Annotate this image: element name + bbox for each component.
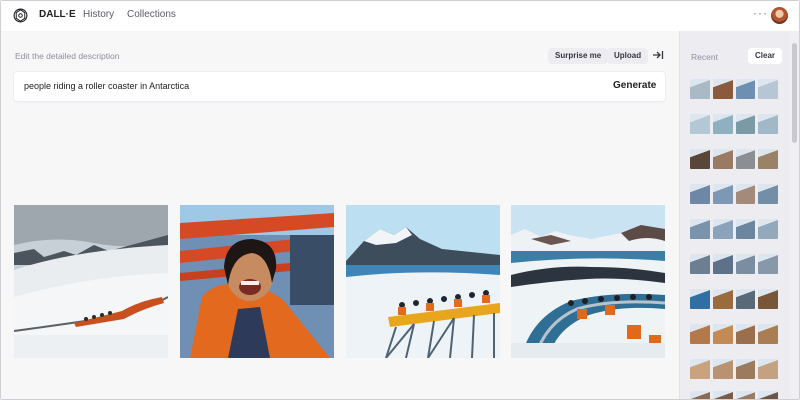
- recent-thumbnail-row: [690, 184, 778, 204]
- avatar[interactable]: [771, 7, 788, 24]
- openai-logo-icon[interactable]: [12, 7, 29, 24]
- recent-thumbnail[interactable]: [735, 114, 756, 134]
- recent-thumbnail[interactable]: [690, 219, 710, 239]
- main-panel: Edit the detailed description Surprise m…: [1, 31, 679, 399]
- recent-thumbnail[interactable]: [735, 289, 756, 309]
- result-image-4[interactable]: [511, 205, 665, 358]
- recent-thumbnail[interactable]: [758, 254, 778, 274]
- recent-thumbnail[interactable]: [735, 79, 756, 99]
- recent-thumbnail-row: [690, 79, 778, 99]
- result-image-2[interactable]: [180, 205, 334, 358]
- upload-button[interactable]: Upload: [607, 48, 649, 64]
- scrollbar[interactable]: [790, 31, 799, 399]
- nav-history[interactable]: History: [83, 9, 114, 20]
- recent-thumbnail-row: [690, 114, 778, 134]
- recent-thumbnail[interactable]: [758, 391, 778, 399]
- scrollbar-thumb[interactable]: [792, 43, 797, 143]
- recent-thumbnail[interactable]: [690, 114, 710, 134]
- recent-thumbnail[interactable]: [712, 391, 733, 399]
- recent-thumbnail[interactable]: [758, 289, 778, 309]
- recent-thumbnail-row: [690, 219, 778, 239]
- recent-thumbnail[interactable]: [712, 324, 733, 344]
- recent-thumbnail[interactable]: [712, 114, 733, 134]
- recent-thumbnail[interactable]: [712, 254, 733, 274]
- recent-thumbnail[interactable]: [735, 254, 756, 274]
- more-icon[interactable]: ···: [753, 6, 768, 20]
- recent-thumbnail[interactable]: [690, 254, 710, 274]
- recent-thumbnail[interactable]: [712, 184, 733, 204]
- nav-collections[interactable]: Collections: [127, 9, 176, 20]
- recent-thumbnail[interactable]: [735, 359, 756, 379]
- recent-sidebar: Recent Clear: [679, 31, 790, 399]
- clear-button[interactable]: Clear: [748, 48, 783, 64]
- recent-thumbnail[interactable]: [690, 324, 710, 344]
- collapse-panel-icon[interactable]: [652, 49, 664, 61]
- recent-thumbnail[interactable]: [758, 114, 778, 134]
- recent-thumbnail[interactable]: [735, 184, 756, 204]
- recent-thumbnail[interactable]: [758, 79, 778, 99]
- recent-thumbnail[interactable]: [758, 184, 778, 204]
- generate-button[interactable]: Generate: [613, 80, 656, 91]
- recent-thumbnail[interactable]: [758, 149, 778, 169]
- recent-thumbnail[interactable]: [690, 184, 710, 204]
- recent-thumbnail[interactable]: [758, 219, 778, 239]
- top-bar: DALL·E History Collections ···: [1, 1, 799, 31]
- app-window: DALL·E History Collections ··· Edit the …: [0, 0, 800, 400]
- recent-thumbnail-row: [690, 324, 778, 344]
- recent-thumbnail[interactable]: [712, 359, 733, 379]
- recent-thumbnail[interactable]: [690, 289, 710, 309]
- recent-thumbnail-row: [690, 289, 778, 309]
- recent-thumbnail[interactable]: [690, 359, 710, 379]
- recent-thumbnail[interactable]: [735, 324, 756, 344]
- prompt-text[interactable]: people riding a roller coaster in Antarc…: [24, 81, 189, 91]
- recent-thumbnail[interactable]: [712, 289, 733, 309]
- recent-thumbnail[interactable]: [690, 391, 710, 399]
- brand-name[interactable]: DALL·E: [39, 9, 76, 20]
- recent-thumbnail[interactable]: [735, 219, 756, 239]
- surprise-me-button[interactable]: Surprise me: [548, 48, 609, 64]
- recent-thumbnail[interactable]: [712, 149, 733, 169]
- recent-thumbnail[interactable]: [735, 391, 756, 399]
- recent-thumbnail[interactable]: [690, 149, 710, 169]
- recent-thumbnail[interactable]: [758, 359, 778, 379]
- result-image-3[interactable]: [346, 205, 500, 358]
- recent-thumbnail-row: [690, 254, 778, 274]
- recent-thumbnail-row: [690, 359, 778, 379]
- recent-thumbnail[interactable]: [690, 79, 710, 99]
- result-image-1[interactable]: [14, 205, 168, 358]
- recent-thumbnail[interactable]: [712, 219, 733, 239]
- recent-heading: Recent: [691, 52, 718, 62]
- prompt-input[interactable]: people riding a roller coaster in Antarc…: [14, 72, 665, 101]
- recent-thumbnail-row: [690, 149, 778, 169]
- recent-thumbnail[interactable]: [712, 79, 733, 99]
- recent-thumbnail-row: [690, 391, 778, 399]
- prompt-label: Edit the detailed description: [15, 51, 120, 61]
- recent-thumbnail[interactable]: [735, 149, 756, 169]
- recent-thumbnail[interactable]: [758, 324, 778, 344]
